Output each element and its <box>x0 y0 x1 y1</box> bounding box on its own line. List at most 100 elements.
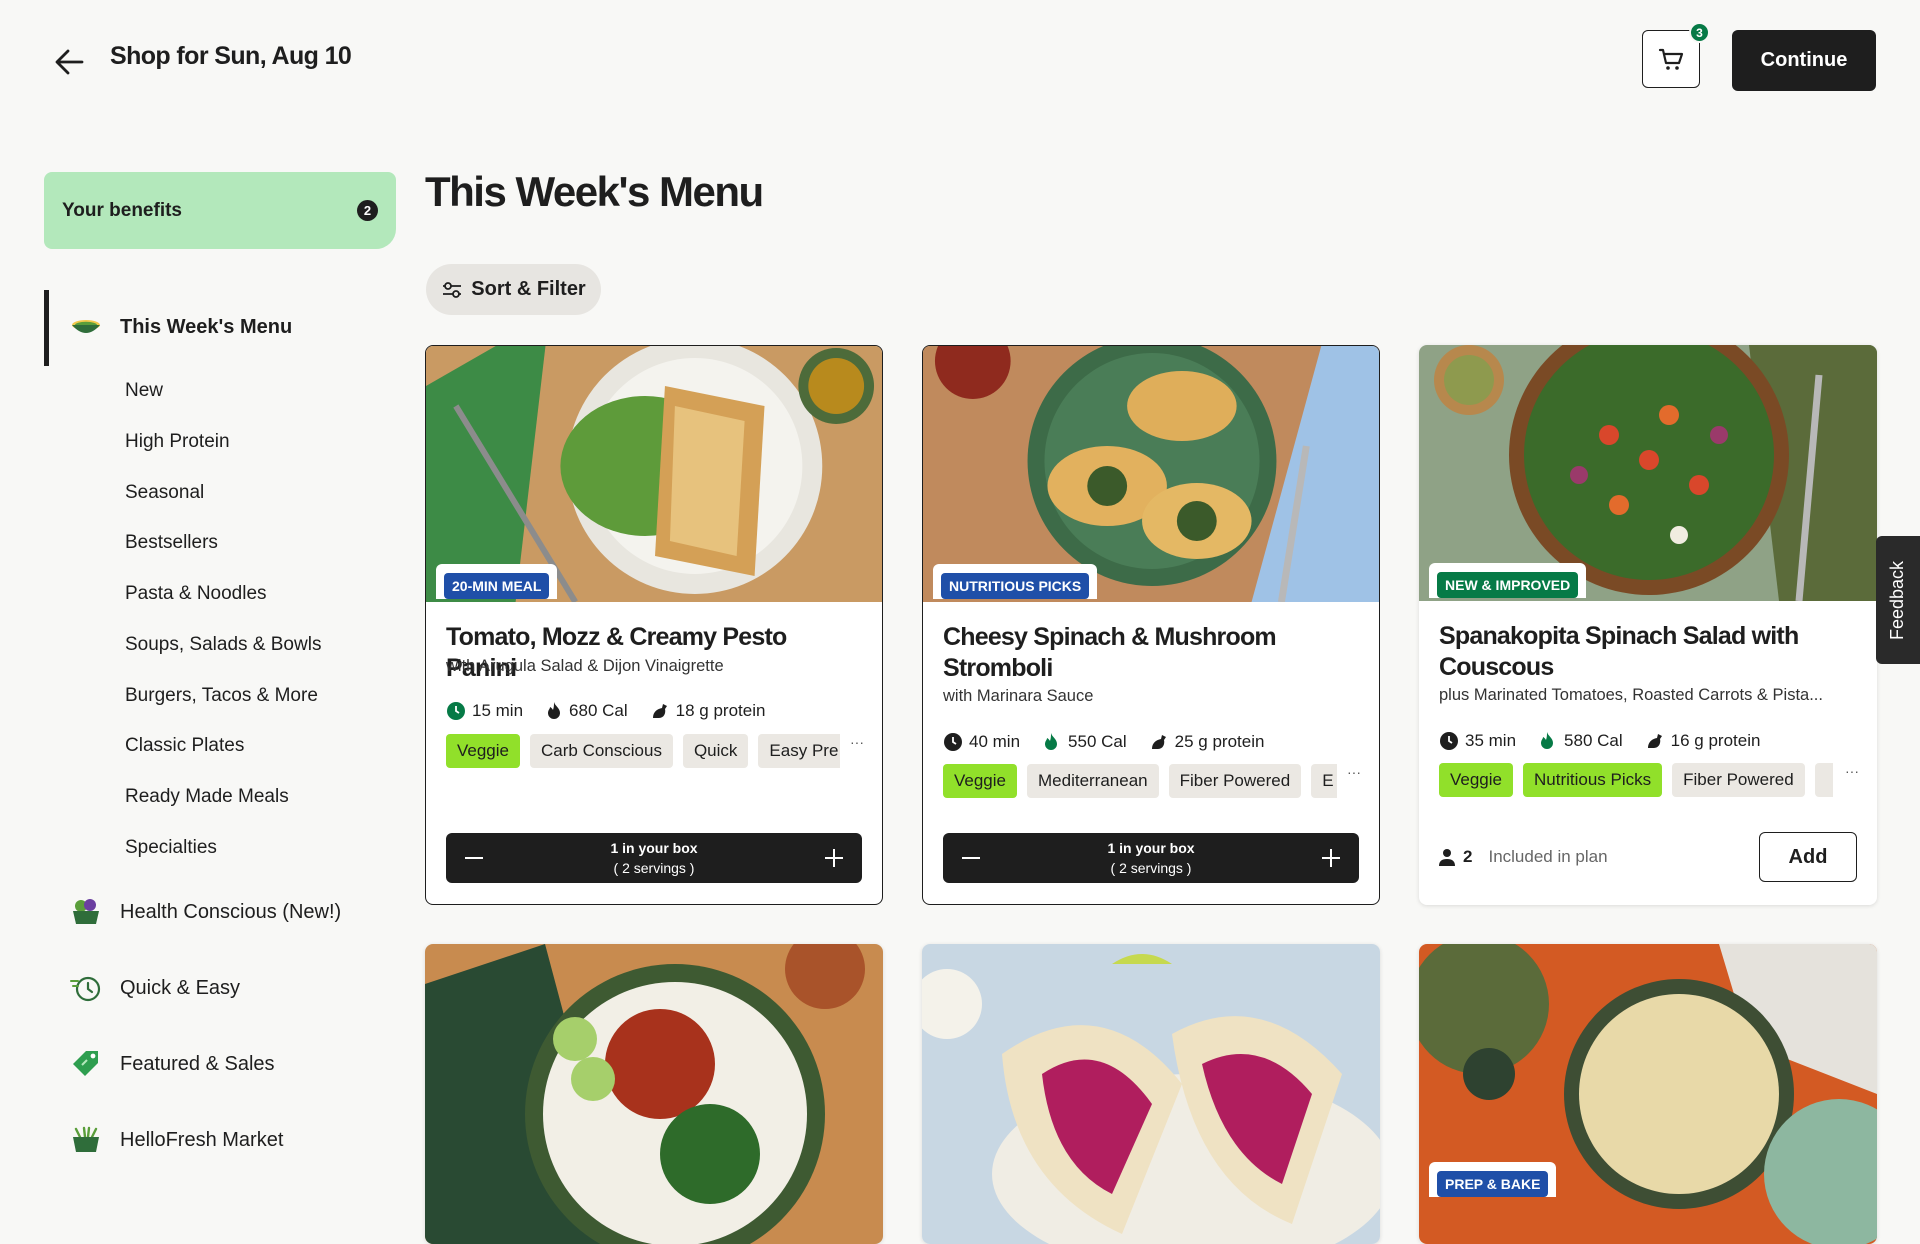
recipe-name: Spanakopita Spinach Salad with Couscous <box>1439 622 1799 681</box>
recipe-tags: Veggie Nutritious Picks Fiber Powered <box>1439 763 1833 797</box>
recipe-card[interactable] <box>922 944 1380 1244</box>
your-benefits-panel[interactable]: Your benefits 2 <box>44 172 396 249</box>
recipe-tag: Veggie <box>1439 763 1513 797</box>
sidebar-sub-pasta-noodles[interactable]: Pasta & Noodles <box>125 583 267 605</box>
sidebar-item-hellofresh-market[interactable]: HelloFresh Market <box>70 1124 283 1156</box>
in-box-count: 1 in your box <box>1107 840 1195 856</box>
benefits-label: Your benefits <box>62 199 182 221</box>
recipe-name: Cheesy Spinach & Mushroom Stromboli <box>943 623 1277 682</box>
recipe-subtitle: with Marinara Sauce <box>943 687 1094 705</box>
recipe-time: 15 min <box>472 701 524 720</box>
more-tags-icon[interactable]: ··· <box>1347 764 1361 780</box>
back-arrow-icon[interactable] <box>50 44 90 80</box>
recipe-calories: 580 Cal <box>1564 731 1623 750</box>
flame-leaf-icon <box>1045 733 1058 750</box>
quantity-stepper: 1 in your box ( 2 servings ) <box>943 833 1359 883</box>
recipe-tag <box>1814 763 1833 797</box>
servings-label: ( 2 servings ) <box>1110 860 1192 876</box>
recipe-tag: Quick <box>682 734 749 768</box>
sidebar-sub-bestsellers[interactable]: Bestsellers <box>125 532 218 554</box>
sidebar-item-label: HelloFresh Market <box>120 1128 284 1151</box>
recipe-tag: E <box>1311 764 1337 798</box>
clock-icon <box>944 733 962 751</box>
recipe-protein: 18 g protein <box>675 701 766 720</box>
recipe-tags: Veggie Mediterranean Fiber Powered E <box>943 764 1337 798</box>
bowl-icon <box>70 311 102 343</box>
recipe-badge: 20-MIN MEAL <box>444 573 550 599</box>
recipe-calories: 680 Cal <box>569 701 628 720</box>
recipe-card[interactable]: PREP & BAKE <box>1419 944 1877 1244</box>
recipe-protein: 16 g protein <box>1670 731 1761 750</box>
more-tags-icon[interactable]: ··· <box>850 734 864 750</box>
sidebar-sub-burgers-tacos[interactable]: Burgers, Tacos & More <box>125 685 318 707</box>
recipe-time: 40 min <box>969 732 1021 751</box>
benefits-count-badge: 2 <box>357 200 378 221</box>
page-header-title: Shop for Sun, Aug 10 <box>110 42 352 70</box>
recipe-tags: Veggie Carb Conscious Quick Easy Pre <box>446 734 840 768</box>
stopwatch-icon <box>70 972 102 1004</box>
servings-label: ( 2 servings ) <box>613 860 695 876</box>
sidebar-sub-specialties[interactable]: Specialties <box>125 837 217 859</box>
sidebar-sub-ready-made-meals[interactable]: Ready Made Meals <box>125 786 289 808</box>
sidebar-sub-classic-plates[interactable]: Classic Plates <box>125 735 244 757</box>
veggie-basket-icon <box>70 896 102 928</box>
recipe-card[interactable]: 20-MIN MEAL Tomato, Mozz & Creamy Pesto … <box>425 345 883 905</box>
price-tag-icon <box>70 1048 102 1080</box>
recipe-subtitle: plus Marinated Tomatoes, Roasted Carrots… <box>1439 686 1823 704</box>
recipe-card[interactable] <box>425 944 883 1244</box>
protein-icon <box>1151 735 1166 749</box>
page-title: This Week's Menu <box>425 168 764 215</box>
recipe-tag: Mediterranean <box>1027 764 1159 798</box>
sidebar-item-quick-easy[interactable]: Quick & Easy <box>70 972 240 1004</box>
sidebar-sub-high-protein[interactable]: High Protein <box>125 431 230 453</box>
recipe-badge: NUTRITIOUS PICKS <box>941 573 1090 599</box>
sidebar-item-label: Health Conscious (New!) <box>120 900 342 923</box>
recipe-badge: NEW & IMPROVED <box>1437 572 1579 598</box>
continue-button[interactable]: Continue <box>1732 30 1876 91</box>
quick-clock-icon <box>447 702 465 720</box>
recipe-tag: Veggie <box>446 734 520 768</box>
plus-icon[interactable] <box>822 846 846 870</box>
person-icon <box>1439 849 1455 866</box>
sidebar-sub-soups-salads-bowls[interactable]: Soups, Salads & Bowls <box>125 634 321 656</box>
recipe-photo <box>425 944 883 1244</box>
recipe-tag: Fiber Powered <box>1672 763 1805 797</box>
cart-icon <box>1658 48 1684 70</box>
plan-status: Included in plan <box>1488 847 1608 866</box>
sidebar-item-label: Quick & Easy <box>120 976 241 999</box>
recipe-tag: Fiber Powered <box>1168 764 1302 798</box>
minus-icon[interactable] <box>959 846 983 870</box>
feedback-label: Feedback <box>1887 560 1908 640</box>
sidebar-sub-new[interactable]: New <box>125 380 163 402</box>
recipe-photo <box>1419 944 1877 1244</box>
flame-icon <box>548 702 561 719</box>
quantity-stepper: 1 in your box ( 2 servings ) <box>446 833 862 883</box>
cart-count-badge: 3 <box>1689 22 1710 43</box>
in-box-count: 1 in your box <box>610 840 698 856</box>
recipe-subtitle: with Arugula Salad & Dijon Vinaigrette <box>446 657 724 675</box>
plus-icon[interactable] <box>1319 846 1343 870</box>
sidebar-sub-seasonal[interactable]: Seasonal <box>125 482 204 504</box>
sidebar-item-label: This Week's Menu <box>120 315 293 338</box>
recipe-tag: Easy Pre <box>758 734 840 768</box>
sort-filter-button[interactable]: Sort & Filter <box>426 264 601 315</box>
sort-filter-label: Sort & Filter <box>471 278 586 300</box>
recipe-tag: Nutritious Picks <box>1523 763 1663 797</box>
sidebar-item-health-conscious[interactable]: Health Conscious (New!) <box>70 896 341 928</box>
add-button[interactable]: Add <box>1759 832 1857 882</box>
minus-icon[interactable] <box>462 846 486 870</box>
filter-sliders-icon <box>443 281 462 298</box>
feedback-tab[interactable]: Feedback <box>1876 536 1920 664</box>
protein-icon <box>652 704 667 718</box>
recipe-tag: Carb Conscious <box>530 734 673 768</box>
sidebar-item-featured-sales[interactable]: Featured & Sales <box>70 1048 275 1080</box>
more-tags-icon[interactable]: ··· <box>1845 763 1859 779</box>
recipe-calories: 550 Cal <box>1068 732 1127 751</box>
protein-icon <box>1647 734 1662 748</box>
recipe-card[interactable]: NUTRITIOUS PICKS Cheesy Spinach & Mushro… <box>922 345 1380 905</box>
recipe-card[interactable]: NEW & IMPROVED Spanakopita Spinach Salad… <box>1419 345 1877 905</box>
recipe-protein: 25 g protein <box>1174 732 1265 751</box>
sidebar-item-this-weeks-menu[interactable]: This Week's Menu <box>70 311 292 343</box>
flame-leaf-icon <box>1541 732 1554 749</box>
recipe-tag: Veggie <box>943 764 1017 798</box>
